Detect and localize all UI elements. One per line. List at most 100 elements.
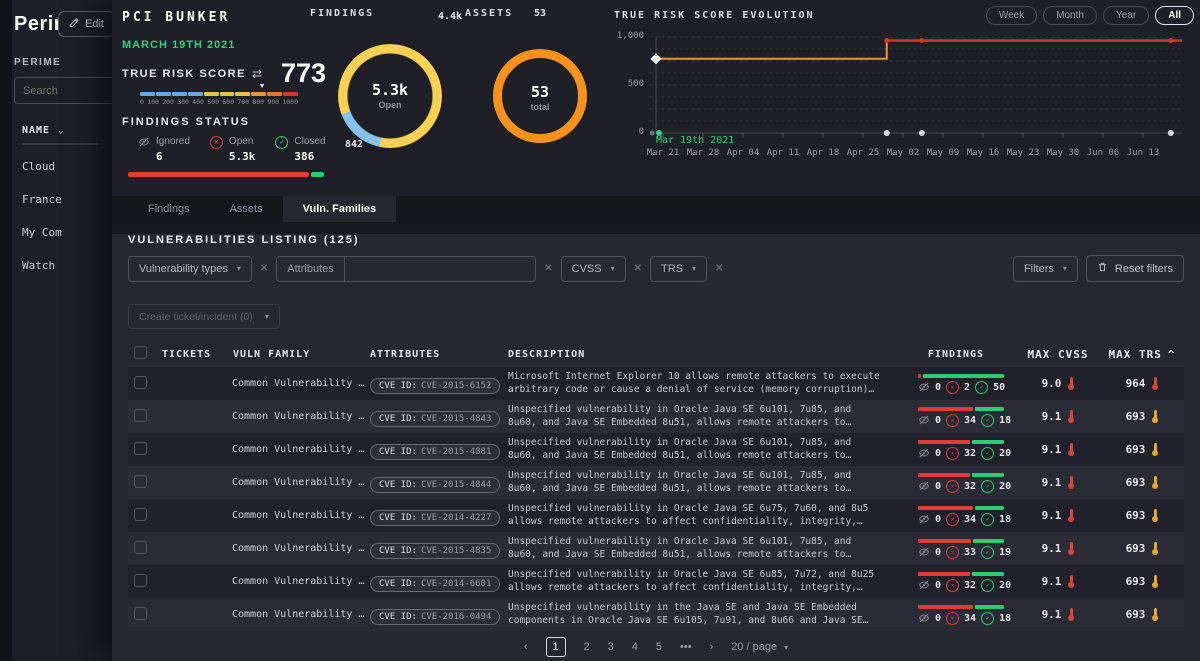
thermometer-icon [1152,509,1158,522]
clear-trs-icon[interactable]: ✕ [715,263,723,274]
open-icon: ✕ [946,546,959,559]
clear-vuln-types-icon[interactable]: ✕ [260,263,268,274]
cve-id-badge: CVE ID:CVE-2015-4881 [370,444,500,460]
sort-asc-icon: ^ [1168,348,1176,361]
edit-button[interactable]: Edit [58,11,115,37]
cvss-select[interactable]: CVSS▾ [561,256,626,282]
scale-tick-label: 700 [237,98,249,106]
open-bar-segment [128,172,309,177]
risk-score-block: PCI BUNKER MARCH 19TH 2021 TRUE RISK SCO… [122,0,336,177]
table-row[interactable]: Common Vulnerability …CVE ID:CVE-2015-48… [128,400,1184,433]
sidebar-section-label: PERIME [14,57,61,68]
row-checkbox[interactable] [134,409,147,422]
page-3[interactable]: 3 [608,641,614,653]
range-all[interactable]: All [1155,6,1194,25]
findings-bar [918,539,1004,543]
table-row[interactable]: Common Vulnerability …CVE ID:CVE-2015-48… [128,433,1184,466]
thermometer-icon [1068,575,1074,588]
name-column-header[interactable]: NAME⌄ [22,125,98,145]
filters-select[interactable]: Filters▾ [1013,256,1078,282]
findings-cell: 0✕32✓20 [896,572,1016,592]
max-trs-cell: 693 [1100,509,1184,522]
scale-tick-label: 900 [267,98,279,106]
next-page-button[interactable]: › [710,641,714,653]
row-checkbox[interactable] [134,607,147,620]
row-checkbox[interactable] [134,442,147,455]
x-axis-tick-label: Jun 06 [1087,148,1120,158]
reset-filters-button[interactable]: Reset filters [1086,255,1184,282]
page-5[interactable]: 5 [656,641,662,653]
page-2[interactable]: 2 [584,641,590,653]
x-axis-tick-label: Mar 28 [687,148,720,158]
chevron-down-icon: ▾ [784,643,788,652]
range-month[interactable]: Month [1043,6,1097,25]
scale-ticks: 01002003004005006007008009001000 [140,98,298,106]
ignored-icon [918,414,930,426]
range-year[interactable]: Year [1103,6,1149,25]
x-axis-tick-label: Apr 18 [807,148,840,158]
page-size-select[interactable]: 20 / page▾ [731,641,788,653]
cve-id-badge: CVE ID:CVE-2015-6152 [370,378,500,394]
table-row[interactable]: Common Vulnerability …CVE ID:CVE-2014-42… [128,499,1184,532]
table-row[interactable]: Common Vulnerability …CVE ID:CVE-2015-61… [128,367,1184,400]
row-checkbox[interactable] [134,574,147,587]
select-all-checkbox[interactable] [134,346,147,359]
findings-cell: 0✕34✓18 [896,407,1016,427]
clear-cvss-icon[interactable]: ✕ [634,263,642,274]
findings-bar [918,440,1004,444]
row-checkbox[interactable] [134,541,147,554]
swap-icon[interactable]: ⇄ [252,67,262,81]
trs-select[interactable]: TRS▾ [650,256,707,282]
findings-cell: 0✕33✓19 [896,539,1016,559]
max-cvss-column-header[interactable]: MAX CVSS [1016,348,1100,361]
table-header: TICKETS VULN FAMILY ATTRIBUTES DESCRIPTI… [128,341,1184,367]
page-4[interactable]: 4 [632,641,638,653]
y-axis-tick: 0 [614,127,644,137]
tab-vuln-families[interactable]: Vuln. Families [283,196,397,222]
x-axis-tick-label: May 30 [1047,148,1080,158]
table-row[interactable]: Common Vulnerability …CVE ID:CVE-2015-48… [128,466,1184,499]
table-row[interactable]: Common Vulnerability …CVE ID:CVE-2015-48… [128,532,1184,565]
findings-status-bar [128,172,324,177]
page-1[interactable]: 1 [546,637,566,657]
tab-findings[interactable]: Findings [128,196,210,222]
name-column-label: NAME [22,125,50,136]
max-cvss-cell: 9.1 [1016,575,1100,588]
open-icon: ✕ [946,381,959,394]
attributes-input[interactable] [345,257,536,281]
attributes-label: Attributes [277,257,344,281]
x-axis-tick-label: Apr 11 [767,148,800,158]
table-row[interactable]: Common Vulnerability …CVE ID:CVE-2016-04… [128,598,1184,631]
scale-segment [204,92,219,96]
closed-icon: ✓ [981,513,994,526]
tab-assets[interactable]: Assets [210,196,283,222]
prev-page-button[interactable]: ‹ [524,641,528,653]
listing-title: VULNERABILITIES LISTING (125) [128,234,1184,246]
row-checkbox[interactable] [134,376,147,389]
max-cvss-cell: 9.1 [1016,542,1100,555]
description-cell: Unspecified vulnerability in Oracle Java… [508,569,896,594]
ignored-icon [918,612,930,624]
vulnerability-types-select[interactable]: Vulnerability types▾ [128,256,252,282]
findings-cell: 0✕34✓18 [896,605,1016,625]
range-week[interactable]: Week [986,6,1037,25]
findings-column-header: FINDINGS [896,349,1016,360]
row-checkbox[interactable] [134,508,147,521]
clear-attributes-icon[interactable]: ✕ [544,263,552,274]
scale-marker-icon: ▼ [259,83,266,90]
table-body: Common Vulnerability … CVE ID:CVE-2015-61… [128,367,1184,631]
open-icon: ✕ [946,513,959,526]
max-cvss-cell: 9.1 [1016,608,1100,621]
sidebar-edge [0,0,12,661]
main-panel: PCI BUNKER MARCH 19TH 2021 TRUE RISK SCO… [112,0,1200,661]
vuln-family-cell: Common Vulnerability … [226,510,366,521]
open-icon: ✕ [946,414,959,427]
max-cvss-cell: 9.0 [1016,377,1100,390]
pagination-ellipsis[interactable]: ••• [680,641,692,653]
status-ignored: Ignored6 [138,136,190,165]
create-ticket-button[interactable]: Create ticket/incident (0)▾ [128,304,280,329]
max-trs-column-header[interactable]: MAX TRS^ [1100,348,1184,361]
table-row[interactable]: Common Vulnerability …CVE ID:CVE-2014-66… [128,565,1184,598]
tickets-column-header: TICKETS [158,349,226,360]
row-checkbox[interactable] [134,475,147,488]
